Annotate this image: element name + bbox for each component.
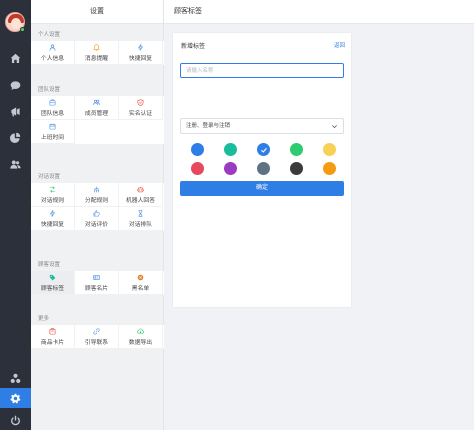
tag-icon xyxy=(49,274,56,280)
menu-item-customer-tags[interactable]: 顾客标签 xyxy=(31,271,75,295)
chevron-down-icon xyxy=(332,125,337,129)
team-icon xyxy=(49,99,56,105)
members-icon xyxy=(93,99,100,105)
menu-item-customer-card[interactable]: 顾客名片 xyxy=(75,271,119,295)
bolt-icon xyxy=(49,209,56,217)
user-icon xyxy=(49,44,56,51)
menu-item-verification[interactable]: 实名认证 xyxy=(119,96,163,120)
card-icon xyxy=(93,274,100,280)
category-select-value: 注册、登录与注销 xyxy=(186,123,231,129)
menu-title: 设置 xyxy=(31,0,163,24)
goods-icon xyxy=(49,327,56,334)
left-rail xyxy=(0,0,31,430)
color-swatch[interactable] xyxy=(257,143,270,156)
contacts-icon[interactable] xyxy=(0,154,31,174)
menu-item-team-info[interactable]: 团队信息 xyxy=(31,96,75,120)
menu-item-goods-card[interactable]: 商品卡片 xyxy=(31,325,75,349)
color-swatch[interactable] xyxy=(191,162,204,175)
menu-item-notifications[interactable]: 消息提醒 xyxy=(75,41,119,65)
new-tag-card: 新增标签 返回 注册、登录与注销 确定 xyxy=(173,33,351,307)
thumb-icon xyxy=(93,209,100,216)
settings-menu: 设置 个人设置 个人信息 消息提醒 快捷回复 团队设置 团队信息 成员管理 实名… xyxy=(31,0,164,430)
section-title: 个人设置 xyxy=(38,32,61,38)
block-icon xyxy=(137,274,144,280)
page-title: 顾客标签 xyxy=(164,0,474,24)
export-icon xyxy=(137,328,144,334)
calendar-icon xyxy=(49,123,56,129)
bolt-icon xyxy=(137,43,144,51)
card-title: 新增标签 xyxy=(181,44,206,50)
rules-icon xyxy=(49,185,56,193)
section-more: 更多 商品卡片 引导联系 数据导出 xyxy=(31,314,164,349)
section-conversation: 对话设置 对话规则 分配规则 机器人回答 快捷回复 对话评价 对话排队 xyxy=(31,172,164,231)
section-team: 团队设置 团队信息 成员管理 实名认证 上班时间 xyxy=(31,85,164,144)
shield-icon xyxy=(137,98,144,106)
chat-icon[interactable] xyxy=(0,75,31,95)
menu-item-guide-contact[interactable]: 引导联系 xyxy=(75,325,119,349)
section-title: 顾客设置 xyxy=(38,262,61,268)
color-swatch[interactable] xyxy=(323,143,336,156)
menu-item-distribution-rules[interactable]: 分配规则 xyxy=(75,183,119,207)
link-icon xyxy=(93,327,100,335)
back-link[interactable]: 返回 xyxy=(334,41,345,49)
section-personal: 个人设置 个人信息 消息提醒 快捷回复 xyxy=(31,30,164,65)
color-swatch[interactable] xyxy=(323,162,336,175)
robot-icon xyxy=(137,186,144,192)
color-swatch[interactable] xyxy=(290,162,303,175)
confirm-button[interactable]: 确定 xyxy=(180,181,344,196)
section-customer: 顾客设置 顾客标签 顾客名片 黑名单 xyxy=(31,260,164,295)
pie-chart-icon[interactable] xyxy=(0,127,31,147)
menu-item-member-management[interactable]: 成员管理 xyxy=(75,96,119,120)
menu-item-robot-answer[interactable]: 机器人回答 xyxy=(119,183,163,207)
apps-icon[interactable] xyxy=(0,368,31,388)
menu-item-conversation-rules[interactable]: 对话规则 xyxy=(31,183,75,207)
menu-item-data-export[interactable]: 数据导出 xyxy=(119,325,163,349)
main-panel: 顾客标签 新增标签 返回 注册、登录与注销 确定 xyxy=(164,0,474,430)
bell-icon xyxy=(93,43,100,51)
online-status-dot xyxy=(20,27,25,32)
menu-item-conversation-rating[interactable]: 对话评价 xyxy=(75,207,119,231)
menu-item-blacklist[interactable]: 黑名单 xyxy=(119,271,163,295)
menu-item-quick-reply-2[interactable]: 快捷回复 xyxy=(31,207,75,231)
distribute-icon xyxy=(94,186,99,192)
section-title: 团队设置 xyxy=(38,87,61,93)
color-swatch[interactable] xyxy=(224,162,237,175)
color-swatch[interactable] xyxy=(191,143,204,156)
menu-item-personal-info[interactable]: 个人信息 xyxy=(31,41,75,65)
section-title: 更多 xyxy=(38,316,50,322)
check-icon xyxy=(260,147,267,153)
menu-item-work-hours[interactable]: 上班时间 xyxy=(31,120,75,144)
home-icon[interactable] xyxy=(0,48,31,68)
category-select[interactable]: 注册、登录与注销 xyxy=(180,118,344,134)
color-swatch[interactable] xyxy=(257,162,270,175)
color-swatch[interactable] xyxy=(224,143,237,156)
menu-item-conversation-queue[interactable]: 对话排队 xyxy=(119,207,163,231)
section-title: 对话设置 xyxy=(38,174,61,180)
power-icon[interactable] xyxy=(0,410,31,430)
settings-icon[interactable] xyxy=(0,388,31,408)
color-swatch[interactable] xyxy=(290,143,303,156)
menu-item-quick-reply[interactable]: 快捷回复 xyxy=(119,41,163,65)
hourglass-icon xyxy=(138,209,143,217)
megaphone-icon[interactable] xyxy=(0,101,31,121)
tag-name-input[interactable] xyxy=(180,63,344,78)
